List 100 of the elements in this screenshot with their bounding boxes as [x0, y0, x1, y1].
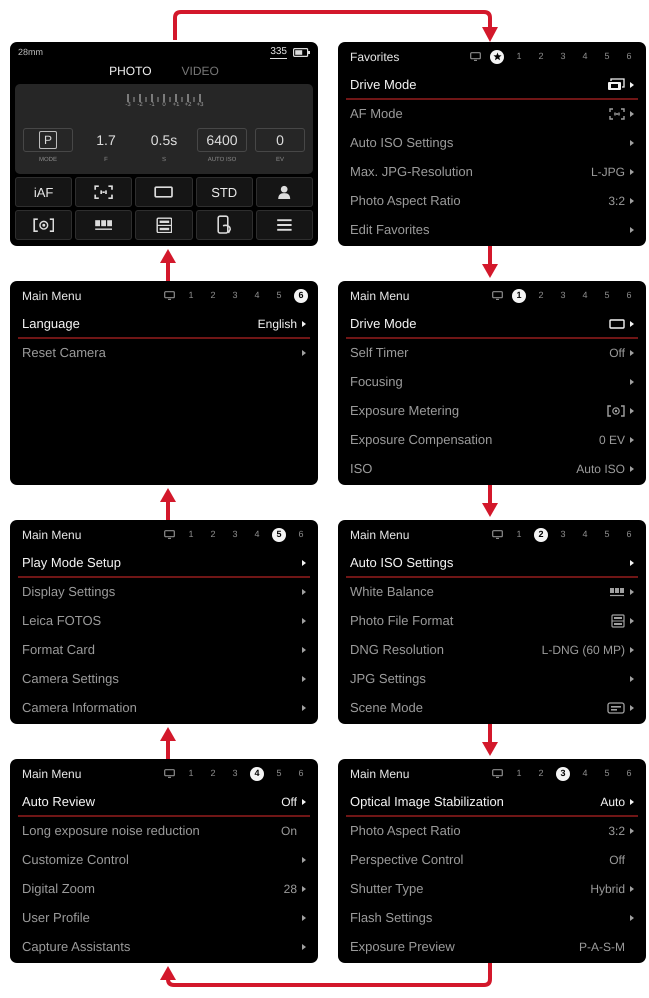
menu-item[interactable]: Shutter Type Hybrid — [346, 875, 638, 904]
menu-item[interactable]: Camera Information — [18, 694, 310, 723]
menu-tab[interactable] — [490, 288, 504, 302]
menu-item[interactable]: Auto ISO Settings — [346, 129, 638, 158]
menu-item[interactable]: Exposure Compensation 0 EV — [346, 426, 638, 455]
menu-tab[interactable]: 4 — [250, 528, 264, 542]
menu-tab[interactable]: 2 — [206, 766, 220, 780]
menu-item[interactable]: Perspective Control Off — [346, 846, 638, 875]
menu-item[interactable]: Scene Mode — [346, 694, 638, 723]
menu-item[interactable]: Digital Zoom 28 — [18, 875, 310, 904]
menu-item[interactable]: Photo Aspect Ratio 3:2 — [346, 817, 638, 846]
setting-frame[interactable]: 0 — [255, 128, 305, 152]
setting-frame[interactable]: 6400 — [197, 128, 247, 152]
menu-item[interactable]: Photo Aspect Ratio 3:2 — [346, 187, 638, 216]
menu-item[interactable]: Max. JPG-Resolution L-JPG — [346, 158, 638, 187]
quick-setting-button[interactable]: iAF — [15, 177, 72, 207]
menu-item[interactable]: DNG Resolution L-DNG (60 MP) — [346, 636, 638, 665]
menu-item[interactable]: Play Mode Setup — [18, 549, 310, 578]
menu-tab[interactable]: 3 — [228, 766, 242, 780]
menu-item[interactable]: JPG Settings — [346, 665, 638, 694]
menu-item[interactable]: Exposure Preview P-A-S-M — [346, 933, 638, 962]
quick-setting-button[interactable] — [256, 177, 313, 207]
menu-item[interactable]: User Profile — [18, 904, 310, 933]
menu-item[interactable]: AF Mode — [346, 100, 638, 129]
quick-setting-button[interactable] — [256, 210, 313, 240]
menu-tab[interactable]: 2 — [534, 50, 548, 64]
menu-tab[interactable]: 2 — [206, 288, 220, 302]
menu-item[interactable]: Flash Settings — [346, 904, 638, 933]
menu-tab[interactable] — [162, 288, 176, 302]
menu-tab[interactable]: 5 — [600, 50, 614, 64]
menu-item[interactable]: Capture Assistants — [18, 933, 310, 962]
menu-tab[interactable]: 4 — [578, 766, 592, 780]
menu-item[interactable]: Long exposure noise reduction On — [18, 817, 310, 846]
menu-tab[interactable]: 2 — [534, 766, 548, 780]
menu-tab[interactable]: 5 — [272, 766, 286, 780]
menu-tab[interactable]: 2 — [534, 528, 548, 542]
menu-tab[interactable] — [490, 766, 504, 780]
mode-tab[interactable]: PHOTO — [109, 65, 152, 77]
menu-tab[interactable]: 2 — [534, 288, 548, 302]
menu-item[interactable]: White Balance — [346, 578, 638, 607]
menu-item[interactable]: ISO Auto ISO — [346, 455, 638, 484]
menu-tab[interactable]: 1 — [512, 528, 526, 542]
menu-tab[interactable] — [162, 766, 176, 780]
quick-setting-button[interactable]: STD — [196, 177, 253, 207]
menu-tab[interactable]: 6 — [622, 766, 636, 780]
menu-item[interactable]: Exposure Metering — [346, 397, 638, 426]
menu-item[interactable]: Reset Camera — [18, 339, 310, 368]
menu-tab[interactable]: 3 — [228, 528, 242, 542]
menu-tab[interactable]: 4 — [578, 50, 592, 64]
menu-tab[interactable]: 5 — [272, 288, 286, 302]
menu-tab[interactable]: 6 — [294, 528, 308, 542]
menu-tab[interactable]: 5 — [600, 288, 614, 302]
menu-tab[interactable]: 4 — [578, 288, 592, 302]
menu-tab[interactable]: 5 — [600, 528, 614, 542]
menu-item[interactable]: Leica FOTOS — [18, 607, 310, 636]
menu-item[interactable]: Auto Review Off — [18, 788, 310, 817]
menu-tab[interactable]: 1 — [512, 288, 526, 302]
menu-tab[interactable] — [162, 528, 176, 542]
menu-tab[interactable] — [490, 528, 504, 542]
quick-setting-button[interactable] — [135, 177, 193, 207]
quick-setting-button[interactable] — [75, 177, 132, 207]
menu-tab[interactable]: 3 — [556, 288, 570, 302]
quick-setting-button[interactable] — [135, 210, 193, 240]
menu-tab[interactable]: 6 — [622, 288, 636, 302]
menu-tab[interactable]: 1 — [184, 288, 198, 302]
menu-item[interactable]: Drive Mode — [346, 310, 638, 339]
menu-tab[interactable]: 3 — [228, 288, 242, 302]
menu-item[interactable]: Camera Settings — [18, 665, 310, 694]
menu-tab[interactable]: 3 — [556, 766, 570, 780]
menu-item[interactable]: Auto ISO Settings — [346, 549, 638, 578]
menu-item[interactable]: Format Card — [18, 636, 310, 665]
menu-tab[interactable]: 4 — [250, 288, 264, 302]
menu-tab[interactable]: 2 — [206, 528, 220, 542]
menu-tab[interactable]: 6 — [622, 528, 636, 542]
menu-tab[interactable]: 1 — [184, 766, 198, 780]
menu-tab[interactable]: 6 — [294, 288, 308, 302]
menu-item[interactable]: Edit Favorites — [346, 216, 638, 245]
menu-item[interactable]: Customize Control — [18, 846, 310, 875]
menu-item[interactable]: Optical Image Stabilization Auto — [346, 788, 638, 817]
mode-tab[interactable]: VIDEO — [182, 65, 219, 77]
menu-tab[interactable]: 1 — [512, 50, 526, 64]
menu-item[interactable]: Self Timer Off — [346, 339, 638, 368]
menu-tab[interactable]: 5 — [272, 528, 286, 542]
menu-item[interactable]: Drive Mode — [346, 71, 638, 100]
menu-tab[interactable]: 6 — [294, 766, 308, 780]
menu-tab[interactable]: 6 — [622, 50, 636, 64]
menu-tab[interactable]: 3 — [556, 50, 570, 64]
menu-tab[interactable]: 4 — [578, 528, 592, 542]
menu-tab[interactable]: 1 — [184, 528, 198, 542]
menu-tab[interactable]: 4 — [250, 766, 264, 780]
setting-frame[interactable]: P — [23, 128, 73, 152]
menu-item[interactable]: Display Settings — [18, 578, 310, 607]
menu-item[interactable]: Focusing — [346, 368, 638, 397]
menu-item[interactable]: Photo File Format — [346, 607, 638, 636]
quick-setting-button[interactable] — [15, 210, 72, 240]
menu-tab[interactable]: 1 — [512, 766, 526, 780]
quick-setting-button[interactable] — [75, 210, 132, 240]
menu-tab[interactable] — [468, 50, 482, 64]
menu-item[interactable]: Language English — [18, 310, 310, 339]
menu-tab[interactable]: 5 — [600, 766, 614, 780]
